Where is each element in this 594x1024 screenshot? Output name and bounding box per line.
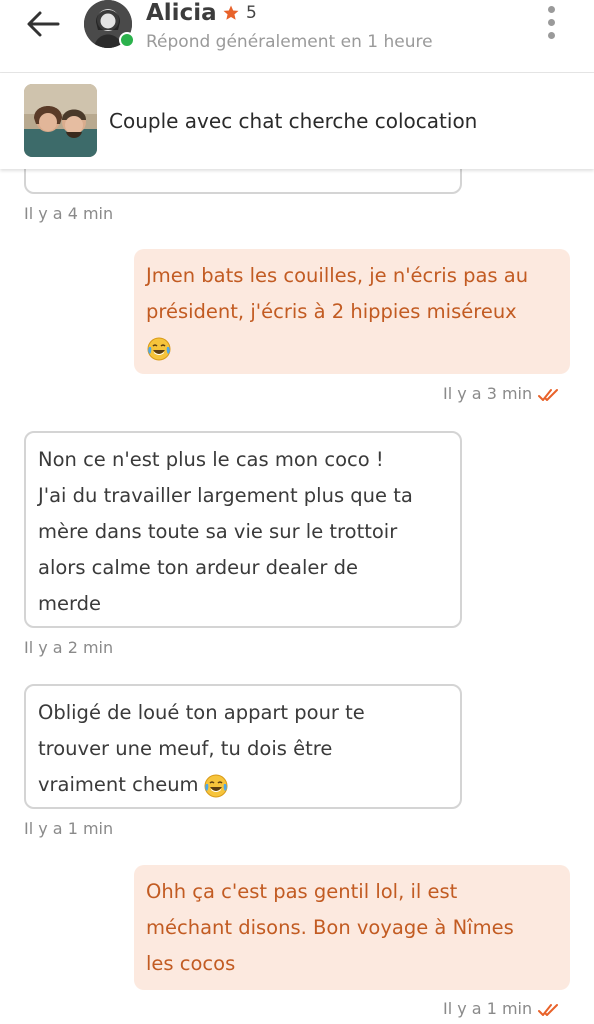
message-time: Il y a 4 min [24,204,114,223]
message-time: Il y a 2 min [24,638,114,657]
message-bubble: Ohh ça c'est pas gentil lol, il est méch… [134,865,570,990]
kebab-menu-icon[interactable] [540,6,562,42]
listing-card[interactable]: Couple avec chat cherche colocation [0,73,594,169]
message-bubble: Non ce n'est plus le cas mon coco ! J'ai… [24,431,462,628]
message-time-text: Il y a 1 min [443,999,533,1018]
message-text: J'ai du travailler largement plus que ta [38,484,413,507]
listing-thumbnail [24,84,97,157]
message-bubble: Obligé de loué ton appart pour te trouve… [24,684,462,809]
contact-name: Alicia [146,0,217,26]
arrow-left-icon [27,11,60,37]
message-text: Ohh ça c'est pas gentil lol, il est [146,880,458,903]
star-icon [223,5,239,20]
chat-header: Alicia 5 Répond généralement en 1 heure [0,0,594,73]
message-text: président, j'écris à 2 hippies miséreux [146,300,517,323]
message-time: Il y a 1 min [443,999,559,1018]
listing-title: Couple avec chat cherche colocation [109,109,478,133]
message-text: les cocos [146,952,236,975]
back-button[interactable] [24,6,64,42]
double-check-icon [538,1003,559,1016]
message-text: méchant disons. Bon voyage à Nîmes [146,916,514,939]
message-text: Obligé de loué ton appart pour te [38,701,365,724]
message-time: Il y a 1 min [24,819,114,838]
message-text: Jmen bats les couilles, je n'écris pas a… [146,264,529,287]
avatar[interactable] [84,0,135,48]
message-text: alors calme ton ardeur dealer de [38,556,358,579]
message-time-text: Il y a 3 min [443,384,533,403]
online-status-dot [119,32,135,48]
laughing-tears-emoji-icon [147,337,171,360]
message-text: merde [38,592,102,615]
response-time: Répond généralement en 1 heure [146,32,433,52]
message-text: Non ce n'est plus le cas mon coco ! [38,448,384,471]
message-bubble: Jmen bats les couilles, je n'écris pas a… [134,249,570,374]
double-check-icon [538,388,559,401]
message-text: trouver une meuf, tu dois être [38,737,333,760]
message-text: mère dans toute sa vie sur le trottoir [38,520,398,543]
laughing-tears-emoji-icon [204,774,228,797]
message-time: Il y a 3 min [443,384,559,403]
rating-value: 5 [246,3,257,23]
message-text: vraiment cheum [38,773,199,796]
